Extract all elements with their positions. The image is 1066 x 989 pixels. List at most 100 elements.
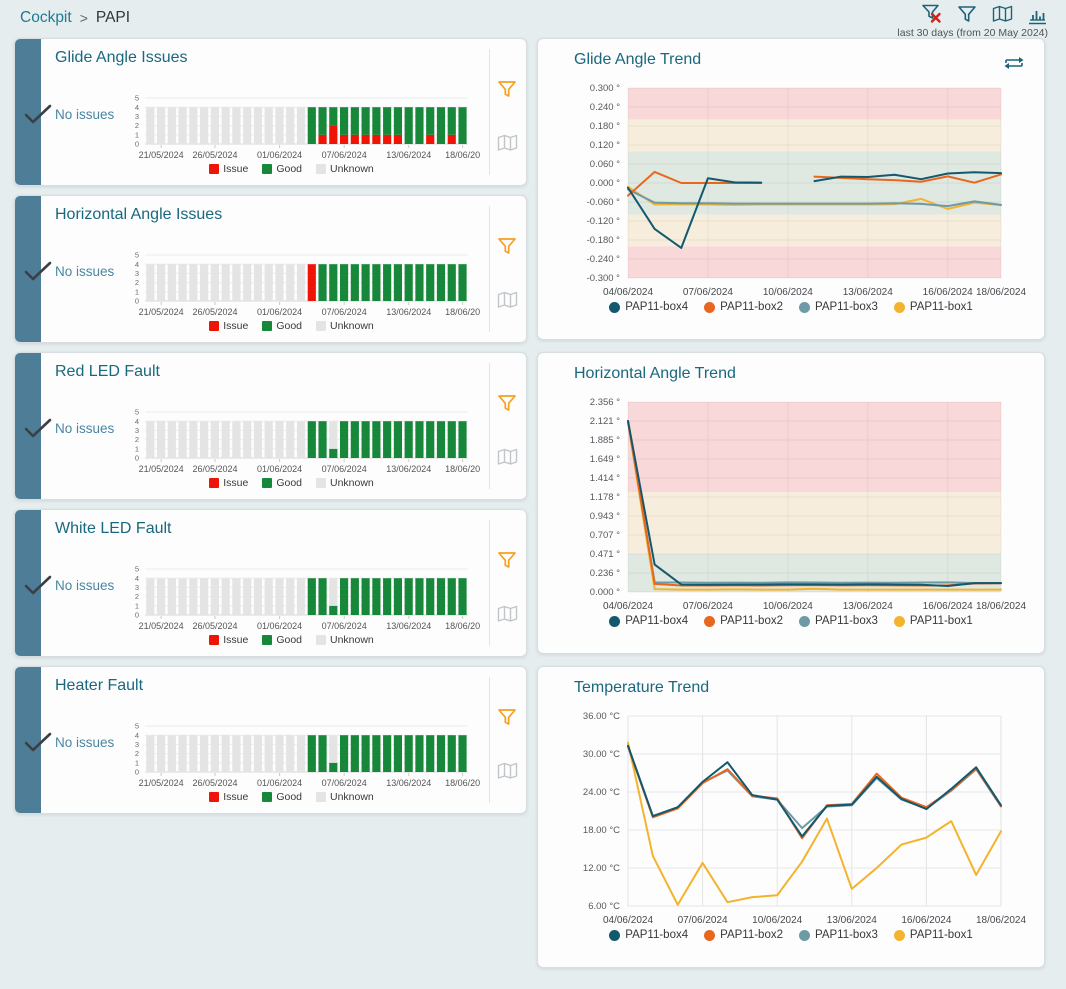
svg-text:07/06/2024: 07/06/2024 (683, 287, 733, 298)
svg-text:2.121 °: 2.121 ° (590, 416, 620, 427)
legend-item[interactable]: PAP11-box2 (704, 929, 783, 941)
legend-item[interactable]: PAP11-box2 (704, 301, 783, 313)
breadcrumb-separator: > (80, 10, 88, 26)
legend-item[interactable]: PAP11-box3 (799, 929, 878, 941)
svg-text:0.240 °: 0.240 ° (590, 102, 620, 113)
panel-filter-button[interactable] (495, 548, 519, 572)
svg-text:4: 4 (135, 103, 139, 112)
legend-swatch (894, 930, 905, 941)
svg-text:13/06/2024: 13/06/2024 (843, 287, 893, 298)
legend-item: Issue (209, 477, 248, 489)
legend-label: Issue (223, 634, 248, 646)
svg-text:1.414 °: 1.414 ° (590, 473, 620, 484)
svg-text:0: 0 (135, 454, 139, 463)
svg-text:0: 0 (135, 140, 139, 149)
svg-text:-0.120 °: -0.120 ° (587, 216, 621, 227)
legend-item[interactable]: PAP11-box4 (609, 615, 688, 627)
svg-text:2: 2 (135, 121, 139, 130)
svg-text:24.00 °C: 24.00 °C (583, 787, 620, 798)
check-icon (23, 417, 53, 444)
svg-text:26/05/2024: 26/05/2024 (192, 464, 237, 474)
legend-swatch (799, 302, 810, 313)
legend-swatch (209, 164, 219, 174)
legend-swatch (209, 321, 219, 331)
panel-map-button[interactable] (495, 288, 519, 312)
legend-swatch (609, 302, 620, 313)
svg-text:3: 3 (135, 269, 139, 278)
legend-label: PAP11-box2 (720, 301, 783, 313)
legend-item: Unknown (316, 634, 374, 646)
legend-item[interactable]: PAP11-box1 (894, 301, 973, 313)
legend-item: Unknown (316, 477, 374, 489)
svg-text:13/06/2024: 13/06/2024 (386, 307, 431, 317)
panel-filter-button[interactable] (495, 391, 519, 415)
compare-button[interactable] (1002, 53, 1026, 73)
legend-label: Issue (223, 163, 248, 175)
legend-item[interactable]: PAP11-box3 (799, 615, 878, 627)
breadcrumb-cockpit-link[interactable]: Cockpit (20, 9, 72, 27)
svg-text:13/06/2024: 13/06/2024 (386, 150, 431, 160)
legend-label: PAP11-box1 (910, 929, 973, 941)
filter-icon (496, 706, 518, 728)
panel-map-button[interactable] (495, 131, 519, 155)
svg-text:13/06/2024: 13/06/2024 (843, 601, 893, 612)
svg-text:3: 3 (135, 583, 139, 592)
panel-glide-angle-issues: Glide Angle Issues No issues 54321021/05… (14, 38, 527, 186)
svg-text:21/05/2024: 21/05/2024 (139, 621, 184, 631)
svg-text:21/05/2024: 21/05/2024 (139, 150, 184, 160)
panel-map-button[interactable] (495, 602, 519, 626)
dashboard-grid: Glide Angle Issues No issues 54321021/05… (0, 38, 1066, 968)
legend-swatch (799, 930, 810, 941)
legend-item[interactable]: PAP11-box4 (609, 929, 688, 941)
chart-legend: IssueGoodUnknown (111, 320, 472, 332)
svg-text:0.000 °: 0.000 ° (590, 178, 620, 189)
chart-legend: IssueGoodUnknown (111, 163, 472, 175)
legend-item[interactable]: PAP11-box2 (704, 615, 783, 627)
panel-filter-button[interactable] (495, 705, 519, 729)
breadcrumb: Cockpit > PAPI (20, 9, 130, 27)
svg-text:07/06/2024: 07/06/2024 (322, 464, 367, 474)
map-icon (496, 289, 518, 311)
chart-view-button[interactable] (1026, 3, 1048, 25)
svg-text:2: 2 (135, 592, 139, 601)
panel-filter-button[interactable] (495, 77, 519, 101)
svg-text:13/06/2024: 13/06/2024 (386, 621, 431, 631)
svg-text:0.707 °: 0.707 ° (590, 530, 620, 541)
map-view-button[interactable] (991, 3, 1013, 25)
legend-item[interactable]: PAP11-box1 (894, 615, 973, 627)
panel-title: Glide Angle Issues (55, 49, 188, 67)
filter-icon (496, 392, 518, 414)
legend-label: PAP11-box2 (720, 929, 783, 941)
status-text: No issues (55, 264, 114, 279)
svg-text:1.885 °: 1.885 ° (590, 435, 620, 446)
map-icon (496, 446, 518, 468)
legend-swatch (894, 616, 905, 627)
svg-text:5: 5 (135, 722, 139, 731)
filter-button[interactable] (956, 3, 978, 25)
legend-label: PAP11-box4 (625, 929, 688, 941)
panel-divider (489, 677, 490, 803)
svg-text:1: 1 (135, 758, 139, 767)
svg-text:18/06/20: 18/06/20 (445, 307, 480, 317)
svg-text:3: 3 (135, 112, 139, 121)
legend-swatch (799, 616, 810, 627)
chart-legend: IssueGoodUnknown (111, 634, 472, 646)
svg-text:07/06/2024: 07/06/2024 (322, 778, 367, 788)
panel-map-button[interactable] (495, 445, 519, 469)
issues-bar-chart: 54321021/05/202426/05/202401/06/202407/0… (111, 715, 491, 793)
svg-text:26/05/2024: 26/05/2024 (192, 307, 237, 317)
panel-map-button[interactable] (495, 759, 519, 783)
legend-swatch (209, 792, 219, 802)
clear-filter-button[interactable] (921, 3, 943, 25)
issues-bar-chart: 54321021/05/202426/05/202401/06/202407/0… (111, 244, 491, 322)
svg-text:21/05/2024: 21/05/2024 (139, 307, 184, 317)
panel-filter-button[interactable] (495, 234, 519, 258)
svg-text:10/06/2024: 10/06/2024 (763, 287, 813, 298)
panel-heater-fault: Heater Fault No issues 54321021/05/20242… (14, 666, 527, 814)
legend-item[interactable]: PAP11-box1 (894, 929, 973, 941)
legend-swatch (262, 321, 272, 331)
legend-label: PAP11-box1 (910, 615, 973, 627)
legend-item[interactable]: PAP11-box3 (799, 301, 878, 313)
legend-item[interactable]: PAP11-box4 (609, 301, 688, 313)
legend-label: Unknown (330, 163, 374, 175)
